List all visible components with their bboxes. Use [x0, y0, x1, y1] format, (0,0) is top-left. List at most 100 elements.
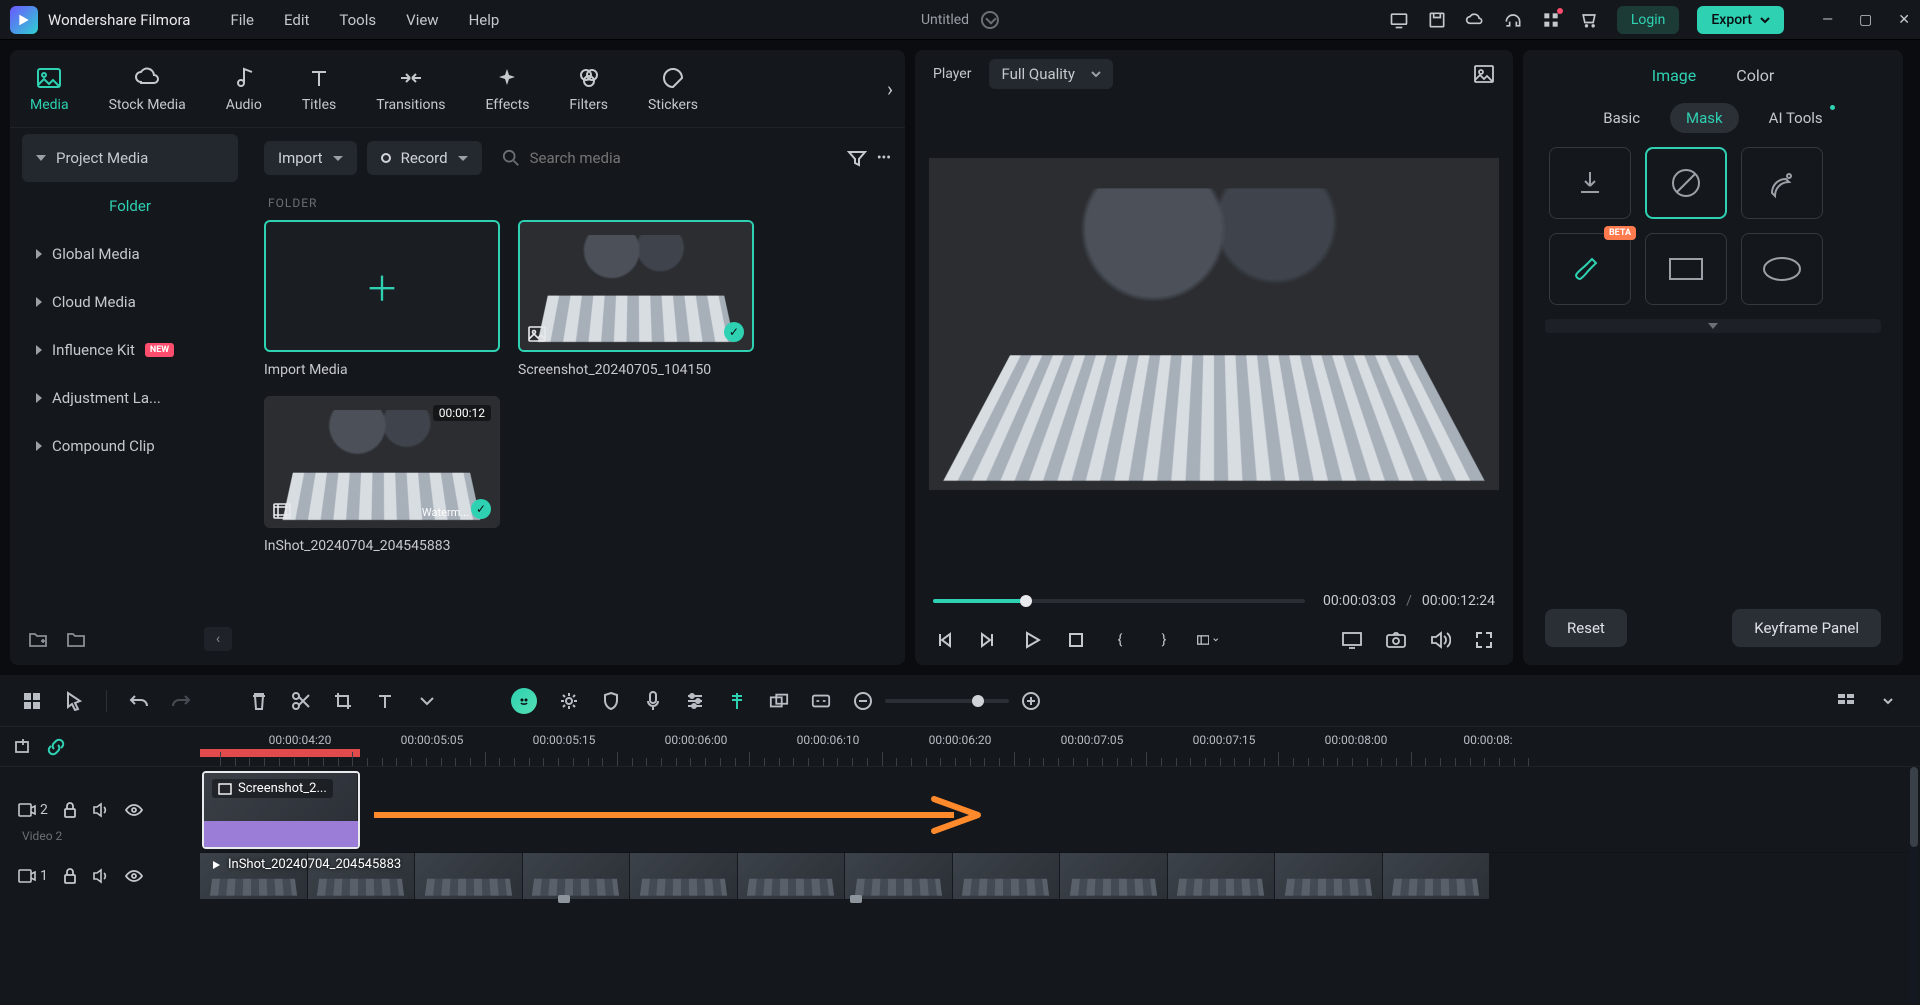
import-media-tile[interactable]: ＋	[264, 220, 500, 352]
history-icon[interactable]	[981, 11, 999, 29]
cloud-icon[interactable]	[1465, 10, 1485, 30]
mic-button[interactable]	[643, 691, 663, 711]
keyframe-panel-button[interactable]: Keyframe Panel	[1732, 609, 1881, 647]
rp-sub-mask[interactable]: Mask	[1670, 103, 1739, 133]
tab-stickers[interactable]: Stickers	[648, 65, 698, 113]
text-button[interactable]	[375, 691, 395, 711]
crop-button[interactable]	[333, 691, 353, 711]
menu-file[interactable]: File	[230, 11, 254, 29]
ratio-button[interactable]	[1197, 629, 1219, 651]
headphones-icon[interactable]	[1503, 10, 1523, 30]
apps-icon[interactable]	[1541, 10, 1561, 30]
shield-button[interactable]	[601, 691, 621, 711]
layout-icon[interactable]	[22, 691, 42, 711]
menu-view[interactable]: View	[406, 11, 438, 29]
mark-out-button[interactable]: }	[1153, 629, 1175, 651]
scrub-bar[interactable]	[933, 599, 1305, 603]
mask-brush[interactable]: BETA	[1549, 233, 1631, 305]
add-track-button[interactable]	[14, 738, 32, 756]
caption-button[interactable]	[811, 691, 831, 711]
mask-pen[interactable]	[1741, 147, 1823, 219]
mask-import[interactable]	[1549, 147, 1631, 219]
zoom-out-button[interactable]	[853, 691, 873, 711]
track-head-video2[interactable]: 2 Video 2	[0, 767, 200, 853]
sidebar-item-global-media[interactable]: Global Media	[22, 230, 238, 278]
prev-frame-button[interactable]	[933, 629, 955, 651]
preview-viewport[interactable]	[929, 158, 1499, 490]
delete-button[interactable]	[249, 691, 269, 711]
sidebar-item-influence-kit[interactable]: Influence KitNEW	[22, 326, 238, 374]
audio-mix-button[interactable]	[685, 691, 705, 711]
undo-button[interactable]	[129, 691, 149, 711]
tab-stock-media[interactable]: Stock Media	[109, 65, 186, 113]
snapshot-icon[interactable]	[1473, 64, 1495, 84]
mute-icon[interactable]	[92, 802, 110, 818]
record-button[interactable]: Record	[367, 141, 482, 175]
rp-tab-color[interactable]: Color	[1736, 66, 1774, 85]
marker-button[interactable]	[727, 691, 747, 711]
eye-icon[interactable]	[124, 803, 144, 817]
cursor-icon[interactable]	[64, 691, 84, 711]
more-icon[interactable]: •••	[877, 150, 891, 166]
track-video1[interactable]: InShot_20240704_204545883	[200, 853, 1920, 899]
scrub-knob[interactable]	[1020, 595, 1032, 607]
rp-sub-ai-tools[interactable]: AI Tools	[1753, 103, 1839, 133]
clip-inshot[interactable]: InShot_20240704_204545883	[200, 853, 1490, 899]
view-mode-button[interactable]	[1836, 691, 1856, 711]
mask-ellipse[interactable]	[1741, 233, 1823, 305]
color-button[interactable]	[559, 691, 579, 711]
quality-select[interactable]: Full Quality	[989, 59, 1112, 89]
ai-button[interactable]	[511, 688, 537, 714]
close-button[interactable]: ✕	[1898, 12, 1910, 28]
save-icon[interactable]	[1427, 10, 1447, 30]
scroll-thumb[interactable]	[1910, 767, 1918, 847]
group-button[interactable]	[769, 691, 789, 711]
mask-rect[interactable]	[1645, 233, 1727, 305]
clip-handle[interactable]	[558, 895, 570, 903]
clip-handle[interactable]	[850, 895, 862, 903]
sidebar-item-adjustment-layer[interactable]: Adjustment La...	[22, 374, 238, 422]
volume-button[interactable]	[1429, 629, 1451, 651]
sidebar-item-folder[interactable]: Folder	[22, 182, 238, 230]
media-item-inshot[interactable]: 00:00:12 ✓ Waterm...	[264, 396, 500, 528]
redo-button[interactable]	[171, 691, 191, 711]
tab-transitions[interactable]: Transitions	[376, 65, 445, 113]
zoom-slider[interactable]	[885, 699, 1009, 703]
collapse-sidebar-button[interactable]: ‹	[204, 627, 232, 651]
mask-expand-button[interactable]	[1545, 319, 1881, 333]
media-item-screenshot[interactable]: ✓	[518, 220, 754, 352]
play-button[interactable]	[1021, 629, 1043, 651]
more-tools-button[interactable]	[417, 691, 437, 711]
login-button[interactable]: Login	[1617, 6, 1680, 34]
sidebar-item-compound-clip[interactable]: Compound Clip	[22, 422, 238, 470]
tab-effects[interactable]: Effects	[485, 65, 529, 113]
lock-icon[interactable]	[62, 801, 78, 819]
sidebar-item-cloud-media[interactable]: Cloud Media	[22, 278, 238, 326]
sidebar-item-project-media[interactable]: Project Media	[22, 134, 238, 182]
maximize-button[interactable]: ▢	[1859, 12, 1872, 28]
menu-edit[interactable]: Edit	[284, 11, 309, 29]
cart-icon[interactable]	[1579, 10, 1599, 30]
mask-none[interactable]	[1645, 147, 1727, 219]
split-button[interactable]	[291, 691, 311, 711]
filter-icon[interactable]	[847, 149, 867, 167]
minimize-button[interactable]: ―	[1822, 12, 1833, 28]
display-button[interactable]	[1341, 629, 1363, 651]
search-input[interactable]	[530, 149, 690, 167]
tabs-next-button[interactable]: ›	[887, 77, 893, 101]
track-head-video1[interactable]: 1	[0, 853, 200, 899]
clip-screenshot[interactable]: Screenshot_2...	[202, 771, 360, 849]
import-button[interactable]: Import	[264, 141, 357, 175]
tab-audio[interactable]: Audio	[226, 65, 262, 113]
new-folder-icon[interactable]	[28, 630, 48, 648]
fullscreen-button[interactable]	[1473, 629, 1495, 651]
view-mode-menu[interactable]	[1878, 691, 1898, 711]
next-frame-button[interactable]	[977, 629, 999, 651]
link-button[interactable]	[46, 737, 66, 757]
rp-tab-image[interactable]: Image	[1652, 66, 1697, 85]
stop-button[interactable]	[1065, 629, 1087, 651]
folder-icon[interactable]	[66, 630, 86, 648]
reset-button[interactable]: Reset	[1545, 609, 1627, 647]
camera-button[interactable]	[1385, 629, 1407, 651]
tab-titles[interactable]: Titles	[302, 65, 336, 113]
